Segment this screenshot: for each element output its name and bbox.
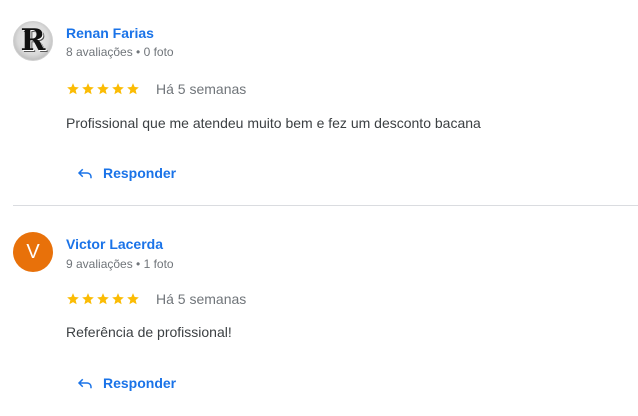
review-item: V Victor Lacerda 9 avaliações • 1 foto H…: [0, 206, 638, 416]
review-item: R Renan Farias 8 avaliações • 0 foto Há …: [0, 0, 638, 205]
star-icon: [97, 83, 109, 95]
star-icon: [127, 293, 139, 305]
star-icon: [127, 83, 139, 95]
reply-arrow-icon: [77, 378, 92, 389]
review-time: Há 5 semanas: [156, 291, 247, 307]
reviewer-name[interactable]: Victor Lacerda: [66, 236, 163, 252]
avatar[interactable]: V: [13, 232, 53, 272]
reviewer-meta: 8 avaliações • 0 foto: [66, 45, 174, 59]
star-icon: [67, 293, 79, 305]
avatar[interactable]: R: [13, 21, 53, 61]
reply-arrow-icon: [76, 164, 92, 179]
review-text: Referência de profissional!: [66, 324, 232, 340]
reply-label: Responder: [103, 375, 177, 391]
reviewer-meta: 9 avaliações • 1 foto: [66, 257, 174, 271]
star-icon: [112, 83, 124, 95]
avatar-letter: R: [20, 23, 46, 58]
star-icon: [67, 83, 79, 95]
star-rating: [66, 292, 140, 306]
reviewer-name[interactable]: Renan Farias: [66, 25, 154, 41]
star-rating: [66, 82, 140, 96]
star-icon: [97, 293, 109, 305]
reply-button[interactable]: Responder: [66, 365, 186, 401]
star-icon: [82, 83, 94, 95]
star-icon: [112, 293, 124, 305]
reply-label: Responder: [103, 165, 177, 181]
reply-button[interactable]: Responder: [66, 155, 186, 191]
avatar-letter: V: [26, 240, 40, 263]
review-text: Profissional que me atendeu muito bem e …: [66, 115, 481, 131]
review-time: Há 5 semanas: [156, 81, 247, 97]
star-icon: [82, 293, 94, 305]
